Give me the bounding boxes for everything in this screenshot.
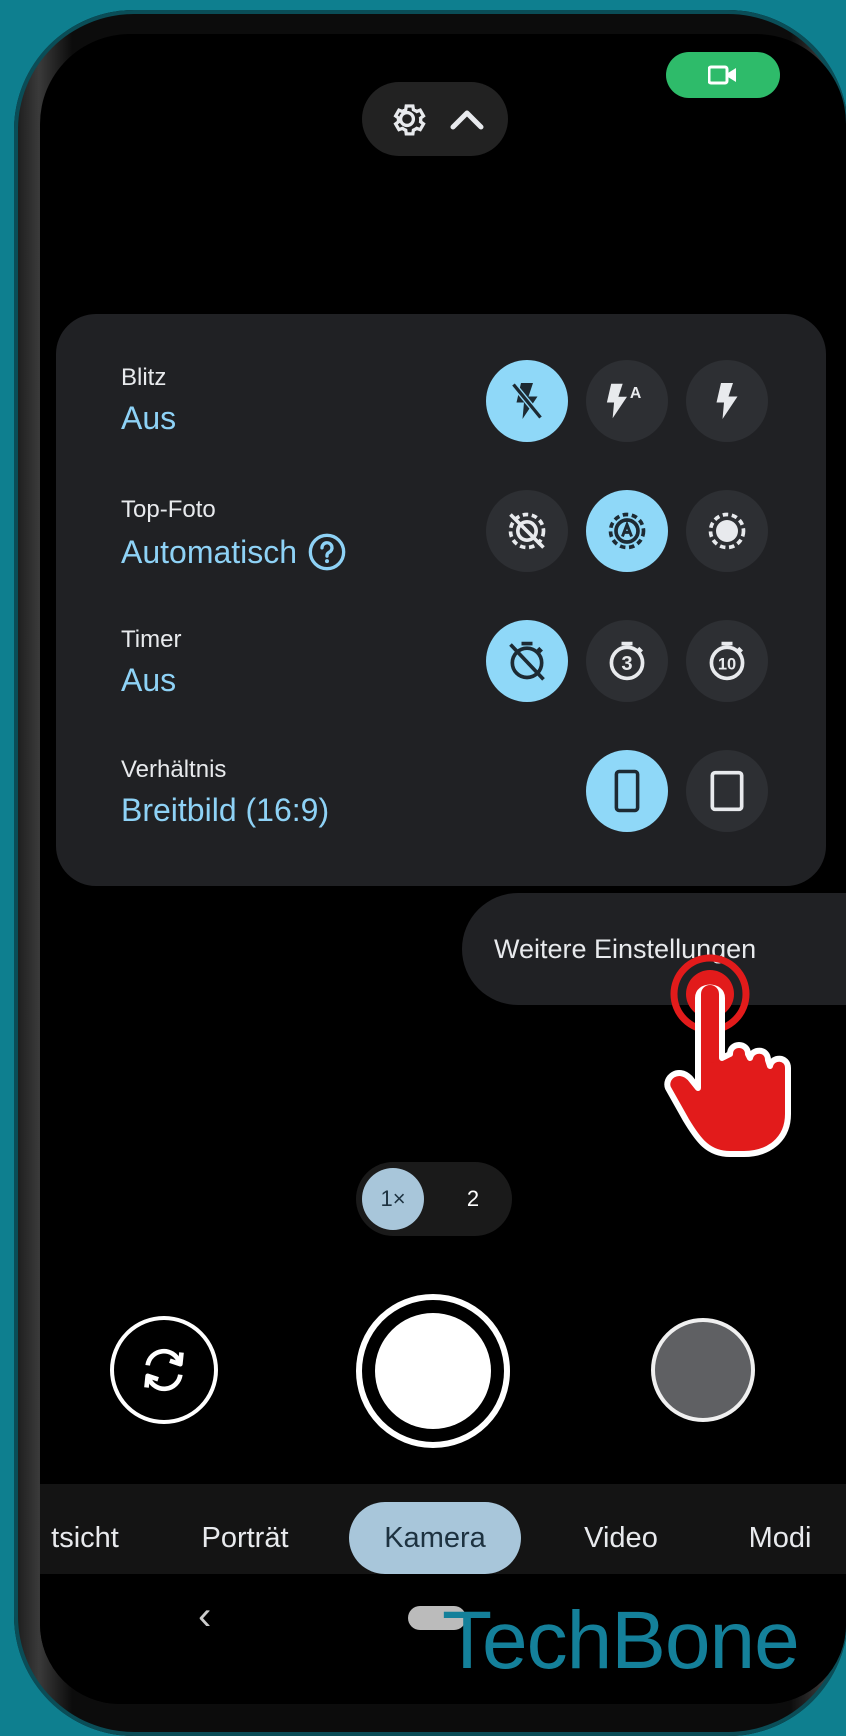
top-shot-auto-icon <box>608 512 646 550</box>
top-shot-off-icon <box>508 512 546 550</box>
chevron-up-icon[interactable] <box>449 107 485 131</box>
settings-toggle[interactable] <box>362 82 508 156</box>
flash-on-option[interactable] <box>686 360 768 442</box>
flash-auto-icon: A <box>606 383 641 419</box>
video-camera-icon <box>708 65 736 85</box>
aspect-ratio-row: Verhältnis Breitbild (16:9) <box>56 750 826 866</box>
shutter-button[interactable] <box>356 1294 510 1448</box>
top-shot-auto-option[interactable] <box>586 490 668 572</box>
timer-label: Timer <box>121 626 182 653</box>
quick-settings-panel: Blitz Aus A Top-Foto Automatisch Timer A… <box>56 314 826 886</box>
zoom-2x-button[interactable]: 2 <box>442 1168 504 1230</box>
aspect-16-9-option[interactable] <box>586 750 668 832</box>
timer-off-icon <box>509 641 545 681</box>
top-shot-off-option[interactable] <box>486 490 568 572</box>
aspect-16-9-icon <box>614 769 640 813</box>
top-shot-row: Top-Foto Automatisch <box>56 490 826 606</box>
help-circle-icon[interactable] <box>307 532 347 572</box>
timer-10-icon: 10 <box>709 641 745 681</box>
gallery-thumbnail[interactable] <box>651 1318 755 1422</box>
zoom-selector: 1× 2 <box>356 1162 512 1236</box>
timer-row: Timer Aus 3 10 <box>56 620 826 736</box>
switch-camera-icon <box>144 1348 184 1392</box>
flash-label: Blitz <box>121 364 167 391</box>
flash-value: Aus <box>121 400 177 436</box>
video-mode-button[interactable] <box>666 52 780 98</box>
aspect-4-3-icon <box>710 770 744 812</box>
top-shot-on-icon <box>708 512 746 550</box>
svg-text:3: 3 <box>621 653 632 675</box>
timer-10-option[interactable]: 10 <box>686 620 768 702</box>
top-shot-value: Automatisch <box>121 532 347 572</box>
mode-item-video[interactable]: Video <box>556 1502 686 1574</box>
mode-bar: tsicht Porträt Kamera Video Modi <box>40 1484 846 1574</box>
flash-on-icon <box>716 383 738 419</box>
mode-item-camera[interactable]: Kamera <box>349 1502 521 1574</box>
svg-text:10: 10 <box>718 655 736 673</box>
zoom-1x-button[interactable]: 1× <box>362 1168 424 1230</box>
timer-3-icon: 3 <box>609 641 645 681</box>
switch-camera-button[interactable] <box>110 1316 218 1424</box>
top-shot-on-option[interactable] <box>686 490 768 572</box>
mode-item-portrait[interactable]: Porträt <box>180 1502 310 1574</box>
mode-item-panorama[interactable]: tsicht <box>40 1502 130 1574</box>
timer-off-option[interactable] <box>486 620 568 702</box>
watermark-logo: TechBone <box>442 1595 800 1686</box>
top-shot-label: Top-Foto <box>121 496 216 523</box>
gear-icon[interactable] <box>385 97 429 141</box>
timer-3-option[interactable]: 3 <box>586 620 668 702</box>
svg-text:A: A <box>630 385 641 402</box>
flash-off-icon <box>511 382 543 420</box>
flash-off-option[interactable] <box>486 360 568 442</box>
flash-auto-option[interactable]: A <box>586 360 668 442</box>
aspect-ratio-label: Verhältnis <box>121 756 227 783</box>
aspect-4-3-option[interactable] <box>686 750 768 832</box>
timer-value: Aus <box>121 662 177 698</box>
mode-item-more[interactable]: Modi <box>730 1502 830 1574</box>
camera-screen: Blitz Aus A Top-Foto Automatisch Timer A… <box>40 34 846 1704</box>
flash-row: Blitz Aus A <box>56 360 826 474</box>
chevron-left-icon[interactable]: ‹ <box>198 1594 211 1639</box>
aspect-ratio-value: Breitbild (16:9) <box>121 792 330 828</box>
tap-pointer-hand-icon <box>664 954 791 1157</box>
shutter-inner <box>375 1313 491 1429</box>
